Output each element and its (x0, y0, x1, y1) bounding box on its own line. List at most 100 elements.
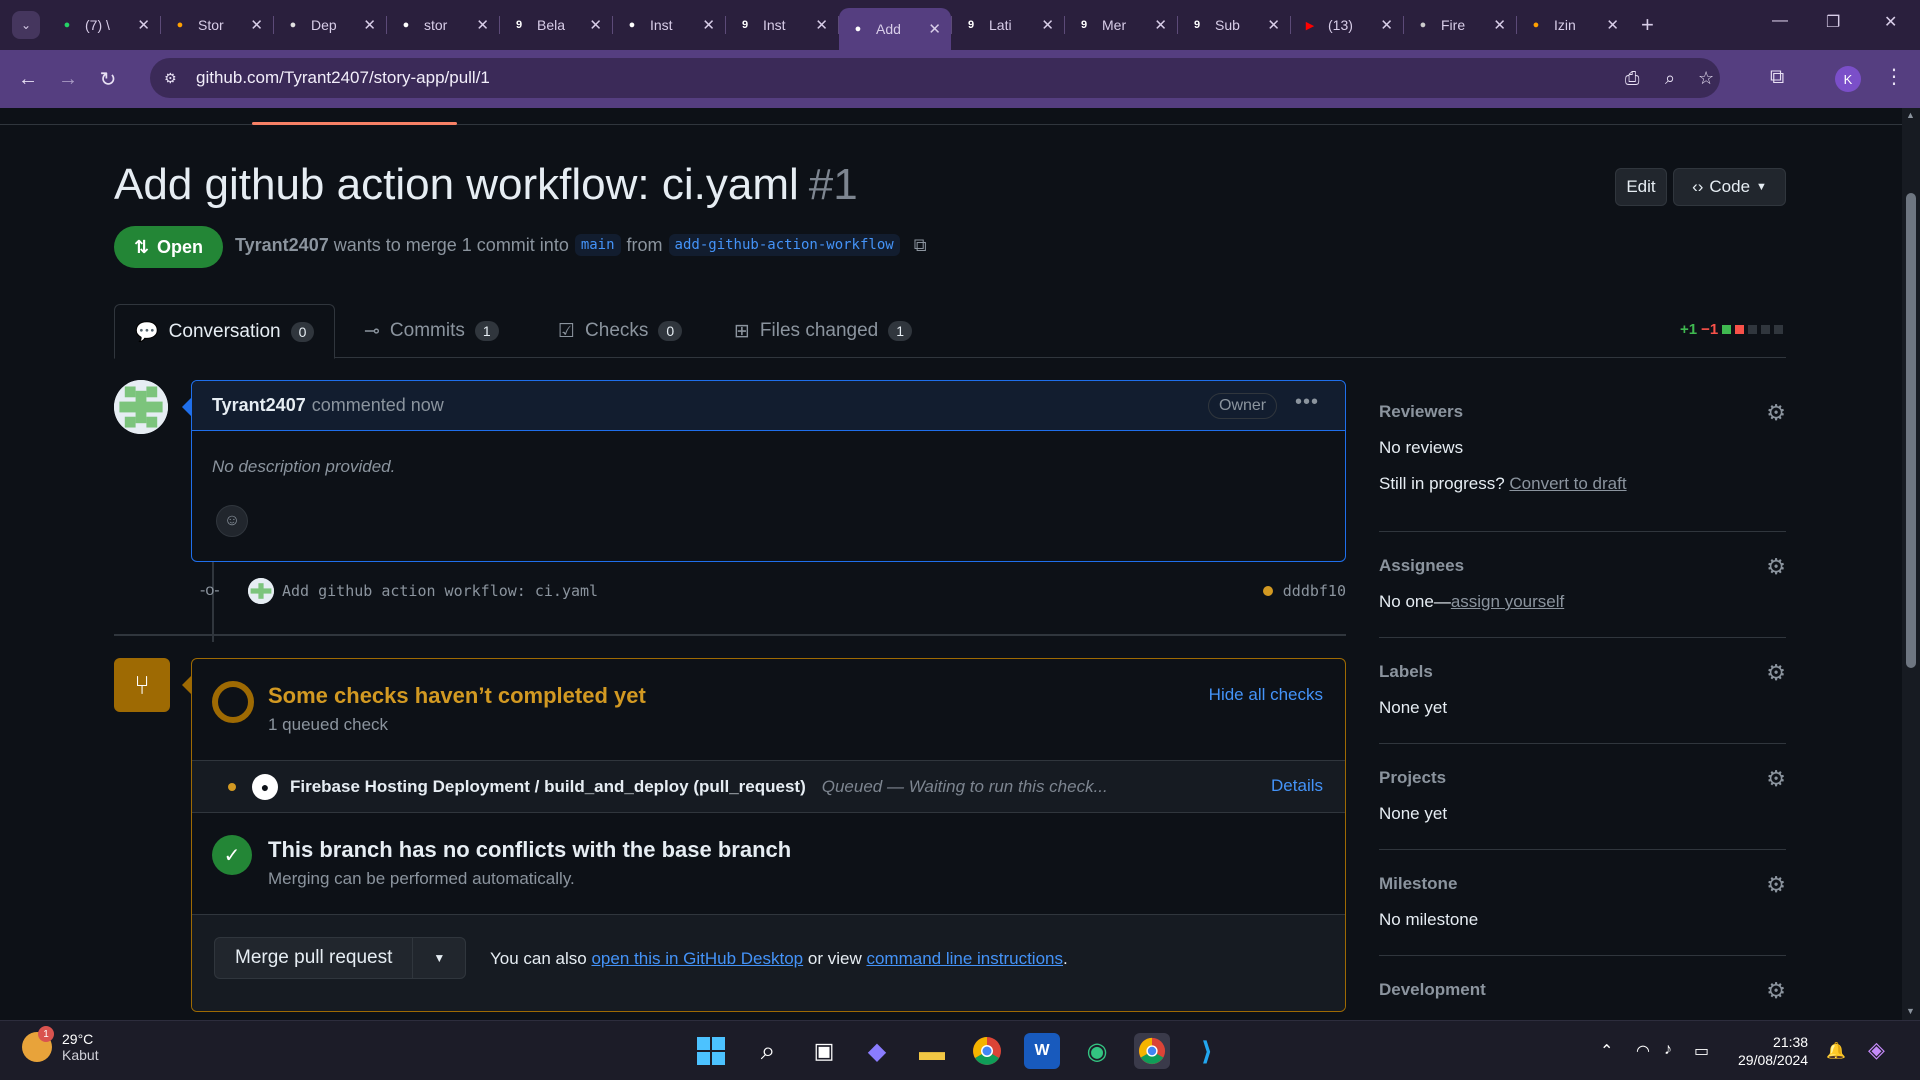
cli-instructions-link[interactable]: command line instructions (866, 949, 1063, 968)
author-avatar[interactable] (114, 380, 168, 434)
commit-message[interactable]: Add github action workflow: ci.yaml (282, 582, 598, 600)
url-text[interactable]: github.com/Tyrant2407/story-app/pull/1 (196, 68, 490, 88)
edge-icon[interactable]: ◉ (1079, 1033, 1115, 1069)
minimize-button[interactable]: — (1772, 12, 1788, 30)
address-bar[interactable]: ⚙ github.com/Tyrant2407/story-app/pull/1… (150, 58, 1720, 98)
tab-checks[interactable]: ☑ Checks 0 (558, 304, 683, 358)
smiley-icon[interactable]: ☺ (216, 505, 248, 537)
gear-icon[interactable]: ⚙ (1766, 554, 1786, 580)
commit-author-avatar[interactable] (248, 578, 274, 604)
close-tab-icon[interactable]: ✕ (1493, 16, 1506, 34)
pending-status-dot[interactable] (1262, 586, 1273, 596)
file-explorer-icon[interactable]: ▬ (914, 1033, 950, 1069)
copilot-icon[interactable]: ◆ (859, 1033, 895, 1069)
zoom-icon[interactable]: ⌕ (1665, 68, 1675, 89)
weather-widget[interactable]: 1 29°C Kabut (22, 1026, 99, 1063)
gear-icon[interactable]: ⚙ (1766, 872, 1786, 898)
scroll-up-arrow-icon[interactable]: ▲ (1906, 110, 1915, 120)
task-view-icon[interactable]: ▣ (806, 1033, 842, 1069)
browser-tab[interactable]: ● Inst ✕ (613, 7, 725, 43)
close-tab-icon[interactable]: ✕ (928, 20, 941, 38)
close-tab-icon[interactable]: ✕ (1154, 16, 1167, 34)
close-window-button[interactable]: ✕ (1884, 12, 1897, 32)
tray-chevron-icon[interactable]: ⌃ (1600, 1041, 1613, 1061)
gear-icon[interactable]: ⚙ (1766, 400, 1786, 426)
close-tab-icon[interactable]: ✕ (1380, 16, 1393, 34)
windows-start-icon[interactable] (693, 1033, 729, 1069)
restore-button[interactable]: ❐ (1826, 12, 1840, 32)
browser-tab[interactable]: ▶ (13) ✕ (1291, 7, 1403, 43)
comment-time[interactable]: commented now (312, 395, 444, 416)
close-tab-icon[interactable]: ✕ (476, 16, 489, 34)
edit-title-button[interactable]: Edit (1615, 168, 1667, 206)
gear-icon[interactable]: ⚙ (1766, 978, 1786, 1004)
convert-to-draft-link[interactable]: Convert to draft (1509, 474, 1626, 493)
merge-pull-request-button[interactable]: Merge pull request (215, 938, 414, 978)
close-tab-icon[interactable]: ✕ (702, 16, 715, 34)
vscode-icon[interactable]: ⟩ (1189, 1033, 1225, 1069)
browser-tab[interactable]: 9 Mer ✕ (1065, 7, 1177, 43)
pr-author-link[interactable]: Tyrant2407 (235, 235, 329, 256)
forward-button[interactable]: → (48, 68, 88, 91)
head-branch[interactable]: add-github-action-workflow (668, 234, 900, 256)
gear-icon[interactable]: ⚙ (1766, 766, 1786, 792)
browser-menu-icon[interactable]: ⋮ (1884, 64, 1904, 89)
close-tab-icon[interactable]: ✕ (1267, 16, 1280, 34)
close-tab-icon[interactable]: ✕ (589, 16, 602, 34)
code-dropdown-button[interactable]: ‹› Code ▼ (1673, 168, 1786, 206)
commit-sha[interactable]: dddbf10 (1283, 582, 1346, 600)
extensions-icon[interactable]: ⧉ (1770, 66, 1784, 89)
browser-tab[interactable]: ● stor ✕ (387, 7, 499, 43)
merge-method-dropdown[interactable]: ▼ (413, 951, 465, 965)
base-branch[interactable]: main (574, 234, 621, 256)
kebab-menu-icon[interactable]: ••• (1295, 391, 1319, 414)
copilot-pro-icon[interactable]: ◈ (1868, 1037, 1885, 1063)
profile-avatar[interactable]: K (1835, 66, 1861, 92)
close-tab-icon[interactable]: ✕ (815, 16, 828, 34)
close-tab-icon[interactable]: ✕ (1606, 16, 1619, 34)
battery-icon[interactable]: ▭ (1694, 1041, 1709, 1061)
tab-commits[interactable]: ⊸ Commits 1 (364, 304, 499, 358)
reload-button[interactable]: ↻ (88, 67, 128, 92)
browser-tab[interactable]: 9 Inst ✕ (726, 7, 838, 43)
browser-tab[interactable]: ● Dep ✕ (274, 7, 386, 43)
tab-search-button[interactable]: ⌄ (12, 11, 40, 39)
search-icon[interactable]: ⌕ (750, 1033, 786, 1069)
system-clock[interactable]: 21:38 29/08/2024 (1738, 1033, 1808, 1069)
gear-icon[interactable]: ⚙ (1766, 660, 1786, 686)
browser-tab[interactable]: 9 Bela ✕ (500, 7, 612, 43)
open-desktop-link[interactable]: open this in GitHub Desktop (591, 949, 803, 968)
volume-icon[interactable]: ♪ (1664, 1041, 1672, 1059)
hide-all-checks-link[interactable]: Hide all checks (1209, 685, 1323, 705)
browser-tab[interactable]: ● Add ✕ (839, 8, 951, 50)
tab-files-changed[interactable]: ⊞ Files changed 1 (734, 304, 913, 358)
notification-bell-icon[interactable]: 🔔 (1826, 1041, 1846, 1061)
tab-conversation[interactable]: 💬 Conversation 0 (114, 304, 336, 359)
wifi-icon[interactable]: ◠ (1636, 1041, 1650, 1061)
copy-icon[interactable]: ⧉ (914, 235, 927, 256)
browser-tab[interactable]: ● (7) \ ✕ (48, 7, 160, 43)
check-details-link[interactable]: Details (1271, 776, 1323, 796)
close-tab-icon[interactable]: ✕ (137, 16, 150, 34)
scrollbar-thumb[interactable] (1906, 193, 1916, 668)
scroll-down-arrow-icon[interactable]: ▼ (1906, 1006, 1915, 1016)
browser-tab[interactable]: 9 Sub ✕ (1178, 7, 1290, 43)
page-scrollbar[interactable]: ▲ ▼ (1902, 108, 1920, 1020)
bookmark-star-icon[interactable]: ☆ (1698, 68, 1714, 89)
browser-tab[interactable]: 9 Lati ✕ (952, 7, 1064, 43)
browser-tab[interactable]: ● Stor ✕ (161, 7, 273, 43)
site-info-icon[interactable]: ⚙ (164, 70, 186, 87)
chrome-profile-icon[interactable] (1134, 1033, 1170, 1069)
browser-tab[interactable]: ● Izin ✕ (1517, 7, 1629, 43)
browser-tab[interactable]: ● Fire ✕ (1404, 7, 1516, 43)
close-tab-icon[interactable]: ✕ (250, 16, 263, 34)
assign-yourself-link[interactable]: assign yourself (1451, 592, 1564, 611)
comment-author[interactable]: Tyrant2407 (212, 395, 306, 416)
chrome-icon[interactable] (969, 1033, 1005, 1069)
word-icon[interactable]: W (1024, 1033, 1060, 1069)
close-tab-icon[interactable]: ✕ (1041, 16, 1054, 34)
back-button[interactable]: ← (8, 68, 48, 91)
new-tab-button[interactable]: + (1641, 12, 1654, 38)
install-app-icon[interactable]: ⎙ (1625, 68, 1639, 89)
close-tab-icon[interactable]: ✕ (363, 16, 376, 34)
